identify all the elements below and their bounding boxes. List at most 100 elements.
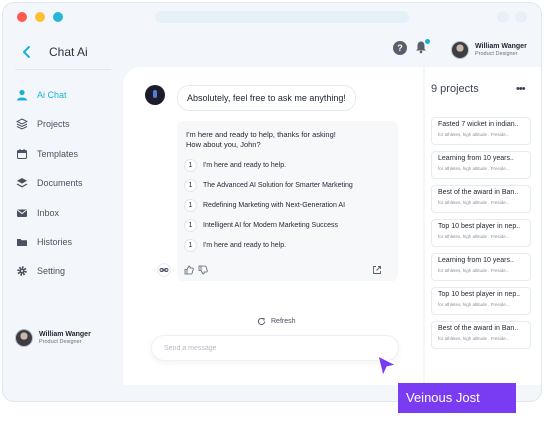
- close-dot[interactable]: [17, 12, 27, 22]
- response-intro-line: How about you, John?: [186, 140, 261, 149]
- more-options-icon[interactable]: •••: [516, 83, 526, 95]
- response-intro-line: I'm here and ready to help, thanks for a…: [186, 130, 336, 139]
- notification-badge: [425, 39, 430, 44]
- top-bar: ? William Wanger Product Designer: [121, 31, 541, 67]
- stack-icon: [15, 176, 29, 190]
- address-bar[interactable]: [155, 11, 409, 23]
- divider: [15, 69, 111, 70]
- project-name: Best of the award in Ban..: [438, 189, 519, 196]
- sidebar-item-label: Documents: [37, 178, 83, 188]
- project-name: Learning from 10 years..: [438, 257, 514, 264]
- assistant-avatar: [145, 85, 165, 105]
- sidebar: Chat Ai Ai Chat Projects Templates Docum…: [3, 31, 121, 401]
- chat-panel: Absolutely, feel free to ask me anything…: [123, 67, 423, 385]
- cursor-name-tag: Veinous Jost: [398, 383, 516, 413]
- project-description: for athletes, high altitude . Freside...: [438, 132, 510, 137]
- message-bubble: Absolutely, feel free to ask me anything…: [177, 85, 356, 111]
- project-description: for athletes, high altitude . Freside...: [438, 166, 510, 171]
- project-description: for athletes, high altitude . Freside...: [438, 302, 510, 307]
- project-card[interactable]: Top 10 best player in nep.. for athletes…: [431, 287, 531, 315]
- user-name: William Wanger: [39, 330, 91, 338]
- thumbs-up-icon[interactable]: [184, 265, 194, 275]
- user-role: Product Designer: [39, 338, 82, 345]
- project-name: Best of the award in Ban..: [438, 325, 519, 332]
- link-icon[interactable]: [157, 263, 171, 277]
- project-name: Top 10 best player in nep..: [438, 291, 521, 298]
- project-card[interactable]: Best of the award in Ban.. for athletes,…: [431, 321, 531, 349]
- list-item: 1 I'm here and ready to help.: [184, 238, 286, 252]
- title-bar: [3, 3, 541, 31]
- thumbs-down-icon[interactable]: [198, 265, 208, 275]
- help-icon[interactable]: ?: [393, 41, 407, 55]
- folder-icon: [15, 235, 29, 249]
- sidebar-item-documents[interactable]: Documents: [15, 173, 115, 193]
- list-item: 1 Intelligent AI for Modern Marketing Su…: [184, 218, 338, 232]
- avatar: [451, 41, 469, 59]
- list-number: 1: [184, 178, 197, 192]
- refresh-button[interactable]: Refresh: [257, 317, 296, 326]
- header-user-profile[interactable]: William Wanger Product Designer: [451, 41, 527, 59]
- list-number: 1: [184, 158, 197, 172]
- mail-icon: [15, 206, 29, 220]
- minimize-dot[interactable]: [35, 12, 45, 22]
- list-item: 1 The Advanced AI Solution for Smarter M…: [184, 178, 353, 192]
- sidebar-item-ai-chat[interactable]: Ai Chat: [15, 85, 115, 105]
- sidebar-user-profile[interactable]: William Wanger Product Designer: [15, 329, 91, 347]
- calendar-icon: [15, 147, 29, 161]
- sidebar-item-histories[interactable]: Histories: [15, 232, 115, 252]
- toolbar-button[interactable]: [497, 11, 509, 23]
- toolbar-button[interactable]: [515, 11, 527, 23]
- project-card[interactable]: Top 10 best player in nep.. for athletes…: [431, 219, 531, 247]
- sidebar-item-label: Templates: [37, 149, 79, 159]
- projects-panel: 9 projects ••• Fasted 7 wicket in indian…: [425, 67, 541, 385]
- project-name: Fasted 7 wicket in indian..: [438, 121, 519, 128]
- sidebar-item-setting[interactable]: Setting: [15, 261, 115, 281]
- app-window: Chat Ai Ai Chat Projects Templates Docum…: [2, 2, 542, 402]
- project-description: for athletes, high altitude . Freside...: [438, 200, 510, 205]
- sidebar-item-label: Ai Chat: [37, 90, 67, 100]
- list-number: 1: [184, 198, 197, 212]
- project-card[interactable]: Best of the award in Ban.. for athletes,…: [431, 185, 531, 213]
- refresh-label: Refresh: [271, 318, 296, 325]
- list-item-text: The Advanced AI Solution for Smarter Mar…: [203, 181, 353, 189]
- project-description: for athletes, high altitude . Freside...: [438, 336, 510, 341]
- projects-title: 9 projects: [431, 83, 479, 95]
- project-card[interactable]: Learning from 10 years.. for athletes, h…: [431, 253, 531, 281]
- sidebar-item-inbox[interactable]: Inbox: [15, 203, 115, 223]
- list-number: 1: [184, 238, 197, 252]
- avatar: [15, 329, 33, 347]
- user-name: William Wanger: [475, 42, 527, 50]
- list-number: 1: [184, 218, 197, 232]
- project-description: for athletes, high altitude . Freside...: [438, 268, 510, 273]
- project-name: Top 10 best player in nep..: [438, 223, 521, 230]
- sidebar-item-label: Setting: [37, 266, 66, 276]
- chevron-left-icon[interactable]: [21, 45, 33, 59]
- message-input[interactable]: [151, 335, 399, 361]
- response-card: I'm here and ready to help, thanks for a…: [157, 121, 398, 281]
- gear-icon: [15, 264, 29, 278]
- sidebar-item-label: Projects: [37, 119, 70, 129]
- project-card[interactable]: Fasted 7 wicket in indian.. for athletes…: [431, 117, 531, 145]
- mic-icon: [153, 90, 157, 98]
- project-card[interactable]: Learning from 10 years.. for athletes, h…: [431, 151, 531, 179]
- list-item-text: I'm here and ready to help.: [203, 241, 287, 249]
- list-item-text: Redefining Marketing with Next-Generatio…: [203, 201, 346, 209]
- sidebar-item-projects[interactable]: Projects: [15, 114, 115, 134]
- sidebar-item-label: Histories: [37, 237, 73, 247]
- list-item-text: Intelligent AI for Modern Marketing Succ…: [203, 221, 339, 229]
- project-description: for athletes, high altitude . Freside...: [438, 234, 510, 239]
- user-role: Product Designer: [475, 50, 518, 57]
- list-item-text: I'm here and ready to help.: [203, 161, 287, 169]
- list-item: 1 Redefining Marketing with Next-Generat…: [184, 198, 345, 212]
- external-link-icon[interactable]: [372, 265, 382, 275]
- maximize-dot[interactable]: [53, 12, 63, 22]
- user-icon: [15, 88, 29, 102]
- list-item: 1 I'm here and ready to help.: [184, 158, 286, 172]
- refresh-icon: [257, 317, 266, 325]
- sidebar-item-templates[interactable]: Templates: [15, 144, 115, 164]
- project-name: Learning from 10 years..: [438, 155, 514, 162]
- cursor-icon: [377, 355, 397, 377]
- response-intro: I'm here and ready to help, thanks for a…: [186, 130, 336, 150]
- app-title: Chat Ai: [49, 45, 88, 59]
- sidebar-item-label: Inbox: [37, 208, 60, 218]
